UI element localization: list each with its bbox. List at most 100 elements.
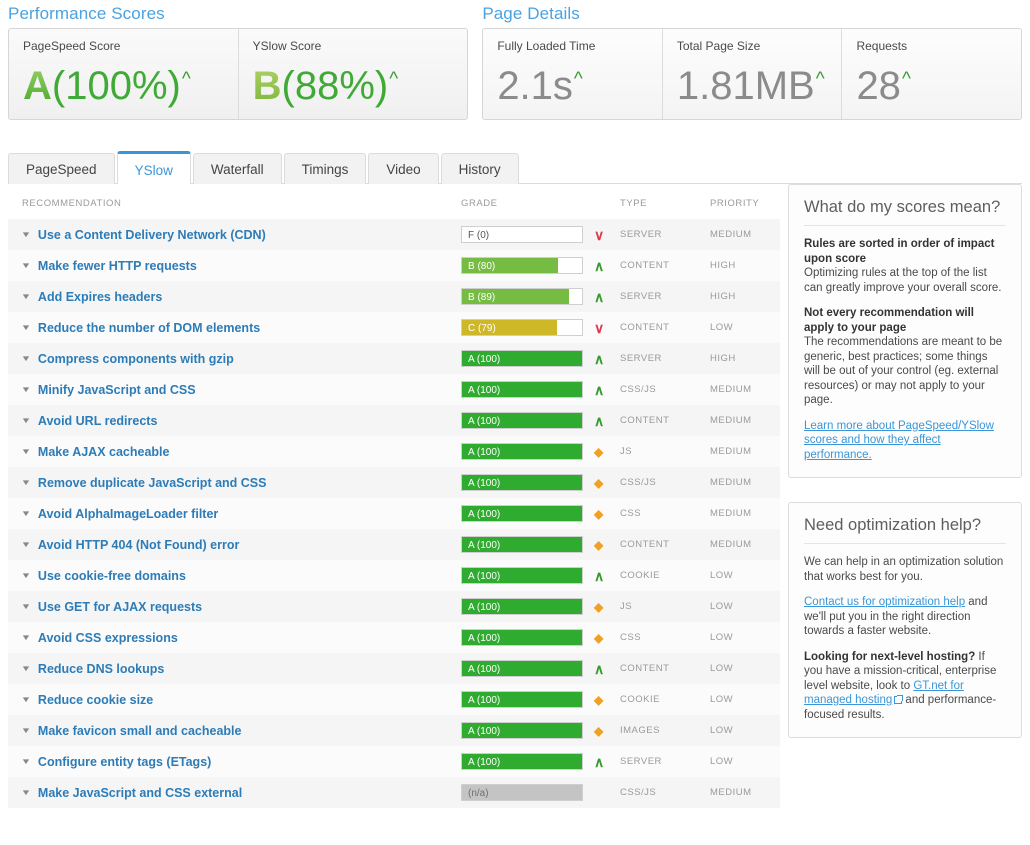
recommendation-link[interactable]: Reduce DNS lookups bbox=[38, 662, 164, 676]
expand-caret-icon[interactable]: ▼ bbox=[21, 385, 32, 394]
table-row[interactable]: ▼ Avoid HTTP 404 (Not Found) error A (100)… bbox=[8, 529, 780, 560]
expand-caret-icon[interactable]: ▼ bbox=[21, 633, 32, 642]
fully-loaded-time-trend-up-icon: ^ bbox=[573, 69, 583, 90]
recommendation-link[interactable]: Remove duplicate JavaScript and CSS bbox=[38, 476, 267, 490]
expand-caret-icon[interactable]: ▼ bbox=[21, 416, 32, 425]
trend-up-icon: ∧ bbox=[594, 350, 605, 367]
expand-caret-icon[interactable]: ▼ bbox=[21, 478, 32, 487]
recommendation-link[interactable]: Minify JavaScript and CSS bbox=[38, 383, 196, 397]
recommendation-link[interactable]: Avoid HTTP 404 (Not Found) error bbox=[38, 538, 239, 552]
expand-caret-icon[interactable]: ▼ bbox=[21, 509, 32, 518]
col-header-recommendation[interactable]: RECOMMENDATION bbox=[8, 184, 455, 219]
recommendation-link[interactable]: Avoid AlphaImageLoader filter bbox=[38, 507, 218, 521]
learn-more-scores-link[interactable]: Learn more about PageSpeed/YSlow scores … bbox=[804, 420, 994, 461]
cell-grade: A (100) ∧ bbox=[455, 374, 620, 405]
expand-caret-icon[interactable]: ▼ bbox=[21, 788, 32, 797]
trend-up-icon: ∧ bbox=[594, 381, 605, 398]
col-header-grade[interactable]: GRADE bbox=[455, 184, 620, 219]
cell-priority: MEDIUM bbox=[710, 787, 752, 798]
col-header-type[interactable]: TYPE bbox=[620, 184, 710, 219]
cell-grade: A (100) ◆ bbox=[455, 498, 620, 529]
table-row[interactable]: ▼ Add Expires headers B (89) ∧ SERVER HIGH bbox=[8, 281, 780, 312]
requests-number: 28 bbox=[856, 64, 901, 108]
table-row[interactable]: ▼ Avoid CSS expressions A (100) ◆ CSS LOW bbox=[8, 622, 780, 653]
table-row[interactable]: ▼ Avoid URL redirects A (100) ∧ CONTENT MEDIU… bbox=[8, 405, 780, 436]
table-row[interactable]: ▼ Reduce cookie size A (100) ◆ COOKIE LOW bbox=[8, 684, 780, 715]
recommendation-link[interactable]: Compress components with gzip bbox=[38, 352, 234, 366]
recommendation-link[interactable]: Add Expires headers bbox=[38, 290, 162, 304]
cell-recommendation: ▼ Use a Content Delivery Network (CDN) bbox=[8, 219, 455, 250]
yslow-score-card[interactable]: YSlow Score B(88%)^ bbox=[239, 29, 468, 119]
col-header-priority[interactable]: PRIORITY bbox=[710, 184, 780, 219]
expand-caret-icon[interactable]: ▼ bbox=[21, 292, 32, 301]
trend-up-icon: ∧ bbox=[594, 412, 605, 429]
expand-caret-icon[interactable]: ▼ bbox=[21, 571, 32, 580]
expand-caret-icon[interactable]: ▼ bbox=[21, 540, 32, 549]
fully-loaded-time-value: 2.1s^ bbox=[497, 54, 650, 112]
expand-caret-icon[interactable]: ▼ bbox=[21, 261, 32, 270]
tab-waterfall[interactable]: Waterfall bbox=[192, 153, 282, 184]
trend-flat-icon: ◆ bbox=[594, 506, 604, 521]
table-row[interactable]: ▼ Make AJAX cacheable A (100) ◆ JS MEDIUM bbox=[8, 436, 780, 467]
expand-caret-icon[interactable]: ▼ bbox=[21, 230, 32, 239]
expand-caret-icon[interactable]: ▼ bbox=[21, 664, 32, 673]
pagespeed-score-card[interactable]: PageSpeed Score A(100%)^ bbox=[9, 29, 239, 119]
expand-caret-icon[interactable]: ▼ bbox=[21, 447, 32, 456]
table-row[interactable]: ▼ Remove duplicate JavaScript and CSS A (1… bbox=[8, 467, 780, 498]
expand-caret-icon[interactable]: ▼ bbox=[21, 602, 32, 611]
cell-grade: A (100) ◆ bbox=[455, 591, 620, 622]
performance-scores-block: Performance Scores PageSpeed Score A(100… bbox=[8, 4, 469, 120]
tab-video[interactable]: Video bbox=[368, 153, 439, 184]
page-details-block: Page Details Fully Loaded Time 2.1s^ Tot… bbox=[482, 4, 1022, 120]
tab-timings[interactable]: Timings bbox=[283, 153, 367, 184]
expand-caret-icon[interactable]: ▼ bbox=[21, 695, 32, 704]
recommendation-link[interactable]: Avoid CSS expressions bbox=[38, 631, 178, 645]
cell-recommendation: ▼ Avoid AlphaImageLoader filter bbox=[8, 498, 455, 529]
expand-caret-icon[interactable]: ▼ bbox=[21, 323, 32, 332]
table-row[interactable]: ▼ Use cookie-free domains A (100) ∧ COOKIE LO… bbox=[8, 560, 780, 591]
table-row[interactable]: ▼ Avoid AlphaImageLoader filter A (100) ◆ CS… bbox=[8, 498, 780, 529]
recommendation-link[interactable]: Make favicon small and cacheable bbox=[38, 724, 242, 738]
table-row[interactable]: ▼ Make favicon small and cacheable A (100)… bbox=[8, 715, 780, 746]
expand-caret-icon[interactable]: ▼ bbox=[21, 726, 32, 735]
expand-caret-icon[interactable]: ▼ bbox=[21, 354, 32, 363]
recommendation-link[interactable]: Reduce the number of DOM elements bbox=[38, 321, 260, 335]
gtmetrix-report-page: Performance Scores PageSpeed Score A(100… bbox=[0, 0, 1030, 845]
tab-history[interactable]: History bbox=[440, 153, 519, 184]
tab-pagespeed[interactable]: PageSpeed bbox=[8, 153, 115, 184]
contact-us-link[interactable]: Contact us for optimization help bbox=[804, 596, 965, 608]
tab-yslow[interactable]: YSlow bbox=[116, 151, 191, 184]
scores-panel-bold-2: Not every recommendation will apply to y… bbox=[804, 307, 974, 334]
table-row[interactable]: ▼ Make JavaScript and CSS external (n/a) C… bbox=[8, 777, 780, 808]
recommendation-link[interactable]: Make JavaScript and CSS external bbox=[38, 786, 242, 800]
expand-caret-icon[interactable]: ▼ bbox=[21, 757, 32, 766]
trend-down-icon: ∨ bbox=[594, 226, 605, 243]
cell-type: JS bbox=[620, 601, 633, 612]
table-row[interactable]: ▼ Compress components with gzip A (100) ∧ SE… bbox=[8, 343, 780, 374]
table-row[interactable]: ▼ Minify JavaScript and CSS A (100) ∧ CSS/JS… bbox=[8, 374, 780, 405]
requests-card[interactable]: Requests 28^ bbox=[842, 29, 1021, 119]
recommendation-link[interactable]: Configure entity tags (ETags) bbox=[38, 755, 211, 769]
cell-recommendation: ▼ Add Expires headers bbox=[8, 281, 455, 312]
yslow-score-label: YSlow Score bbox=[252, 39, 322, 53]
table-row[interactable]: ▼ Configure entity tags (ETags) A (100) ∧ SE… bbox=[8, 746, 780, 777]
grade-label: A (100) bbox=[468, 447, 501, 458]
total-page-size-card[interactable]: Total Page Size 1.81MB^ bbox=[663, 29, 843, 119]
cell-type: COOKIE bbox=[620, 694, 660, 705]
table-row[interactable]: ▼ Make fewer HTTP requests B (80) ∧ CONTENT H… bbox=[8, 250, 780, 281]
table-row[interactable]: ▼ Use GET for AJAX requests A (100) ◆ JS LOW bbox=[8, 591, 780, 622]
recommendation-link[interactable]: Avoid URL redirects bbox=[38, 414, 157, 428]
cell-recommendation: ▼ Make favicon small and cacheable bbox=[8, 715, 455, 746]
recommendation-link[interactable]: Reduce cookie size bbox=[38, 693, 153, 707]
table-row[interactable]: ▼ Reduce DNS lookups A (100) ∧ CONTENT LOW bbox=[8, 653, 780, 684]
recommendation-link[interactable]: Make AJAX cacheable bbox=[38, 445, 170, 459]
cell-grade: A (100) ◆ bbox=[455, 622, 620, 653]
table-row[interactable]: ▼ Use a Content Delivery Network (CDN) F (… bbox=[8, 219, 780, 250]
recommendation-link[interactable]: Make fewer HTTP requests bbox=[38, 259, 197, 273]
recommendation-link[interactable]: Use cookie-free domains bbox=[38, 569, 186, 583]
fully-loaded-time-card[interactable]: Fully Loaded Time 2.1s^ bbox=[483, 29, 663, 119]
recommendation-link[interactable]: Use GET for AJAX requests bbox=[38, 600, 202, 614]
table-row[interactable]: ▼ Reduce the number of DOM elements C (79)… bbox=[8, 312, 780, 343]
recommendation-link[interactable]: Use a Content Delivery Network (CDN) bbox=[38, 228, 266, 242]
cell-priority: MEDIUM bbox=[710, 415, 752, 426]
